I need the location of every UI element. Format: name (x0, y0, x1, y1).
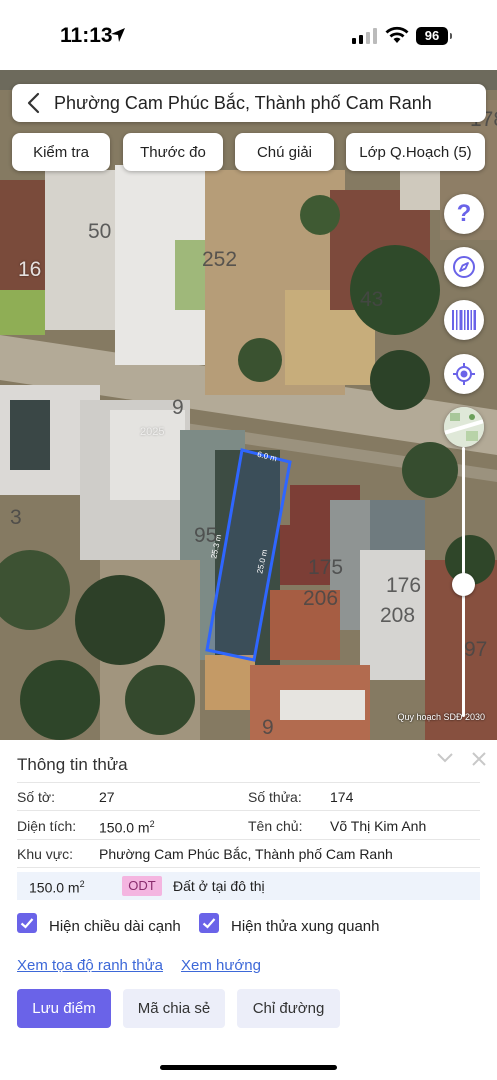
parcel-number-label: 43 (360, 288, 384, 311)
parcel-number-value: 174 (330, 789, 354, 805)
barcode-icon (452, 310, 476, 330)
save-point-button[interactable]: Lưu điểm (17, 989, 111, 1028)
map-thumbnail-icon (444, 407, 484, 447)
location-arrow-icon (111, 28, 125, 42)
check-button[interactable]: Kiểm tra (12, 133, 110, 171)
parcel-number-label: 252 (202, 248, 238, 271)
sheet-number-label: Số tờ: (17, 789, 55, 805)
owner-value: Võ Thị Kim Anh (330, 818, 427, 834)
measure-button[interactable]: Thước đo (123, 133, 223, 171)
divider (17, 867, 480, 868)
map-type-button[interactable] (444, 407, 484, 447)
show-neighbors-label[interactable]: Hiện thửa xung quanh (231, 918, 379, 935)
parcel-number-label: 208 (380, 604, 416, 627)
area-value: 150.0 m2 (99, 819, 155, 836)
planning-layers-button[interactable]: Lớp Q.Hoạch (5) (346, 133, 485, 171)
cellular-signal-icon (352, 28, 377, 44)
share-code-button[interactable]: Mã chia sẻ (123, 989, 225, 1028)
divider (17, 782, 480, 783)
parcel-number-label: 50 (88, 220, 112, 243)
owner-label: Tên chủ: (248, 818, 303, 834)
show-edge-lengths-label[interactable]: Hiện chiều dài cạnh (49, 918, 181, 935)
crosshair-location-icon (453, 363, 475, 385)
question-mark-icon: ? (456, 200, 472, 227)
directions-button[interactable]: Chỉ đường (237, 989, 340, 1028)
parcel-number-label: 3 (10, 506, 22, 529)
parcel-number-label: Số thửa: (248, 789, 302, 805)
map-credit: Quy hoạch SDĐ 2030 (397, 712, 485, 722)
battery-indicator: 96 (416, 27, 452, 45)
divider (17, 839, 480, 840)
imagery-watermark: 2025 (140, 426, 165, 438)
parcel-number-label: 97 (464, 638, 488, 661)
show-neighbors-checkbox[interactable] (199, 913, 219, 933)
checkmark-icon (20, 918, 34, 929)
barcode-scan-button[interactable] (444, 300, 484, 340)
region-value: Phường Cam Phúc Bắc, Thành phố Cam Ranh (99, 846, 393, 862)
home-indicator (160, 1065, 337, 1070)
status-time: 11:13 (60, 24, 113, 47)
parcel-number-label: 9 (172, 396, 184, 419)
checkmark-icon (202, 918, 216, 929)
legend-button[interactable]: Chú giải (235, 133, 334, 171)
parcel-number-label: 175 (308, 556, 344, 579)
parcel-number-label: 206 (303, 587, 339, 610)
area-label: Diện tích: (17, 818, 77, 834)
parcel-number-label: 9 (262, 716, 274, 739)
parcel-number-label: 16 (18, 258, 42, 281)
wifi-icon (385, 26, 409, 43)
help-button[interactable]: ? (444, 194, 484, 234)
compass-button[interactable] (444, 247, 484, 287)
land-use-area: 150.0 m2 (29, 879, 85, 896)
show-edge-lengths-checkbox[interactable] (17, 913, 37, 933)
collapse-chevron-icon[interactable] (436, 752, 454, 764)
parcel-number-label: 176 (386, 574, 422, 597)
my-location-button[interactable] (444, 354, 484, 394)
divider (17, 810, 480, 811)
status-bar: 11:13 96 (0, 0, 497, 70)
location-title: Phường Cam Phúc Bắc, Thành phố Cam Ranh (54, 93, 432, 113)
opacity-slider-thumb[interactable] (452, 573, 475, 596)
back-chevron-icon[interactable] (26, 92, 40, 114)
view-direction-link[interactable]: Xem hướng (181, 957, 261, 974)
region-label: Khu vực: (17, 846, 74, 862)
sheet-number-value: 27 (99, 789, 115, 805)
panel-title: Thông tin thửa (17, 755, 128, 774)
view-boundary-coordinates-link[interactable]: Xem tọa độ ranh thửa (17, 957, 163, 974)
location-header: Phường Cam Phúc Bắc, Thành phố Cam Ranh (12, 84, 486, 122)
close-icon[interactable] (472, 752, 486, 766)
land-use-code-badge: ODT (122, 876, 162, 896)
compass-icon (453, 256, 475, 278)
land-use-description: Đất ở tại đô thị (173, 878, 265, 894)
